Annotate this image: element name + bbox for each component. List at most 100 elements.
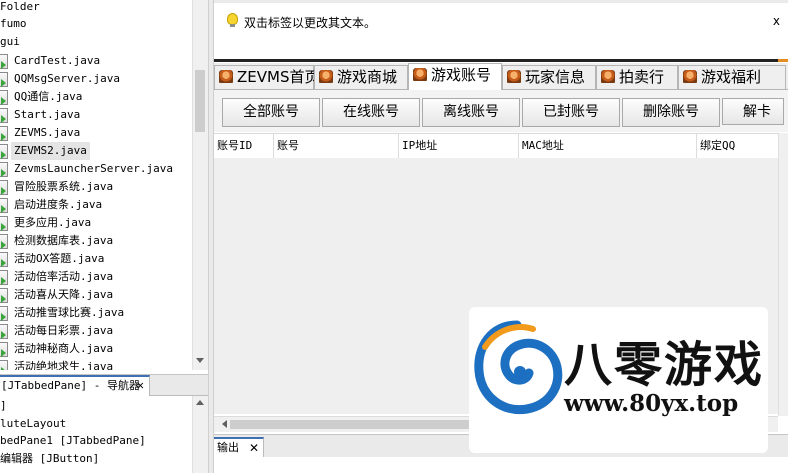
navigator-tab[interactable]: [JTabbedPane] - 导航器 ✕ (0, 375, 150, 396)
navigator-node[interactable]: 编辑器 [JButton] (0, 450, 99, 468)
java-file-icon (0, 324, 8, 339)
tree-label: Folder (0, 0, 40, 13)
accounts-table-header: 账号ID 账号 IP地址 MAC地址 绑定QQ (214, 133, 778, 159)
tab-game-benefits[interactable]: 游戏福利 (678, 65, 786, 89)
tab-auction-house[interactable]: 拍卖行 (596, 65, 678, 89)
tab-zevms-home[interactable]: ZEVMS首页 (214, 65, 319, 89)
swirl-logo-icon (474, 320, 563, 415)
tab-label: ZEVMS首页 (237, 68, 320, 86)
java-file-icon (0, 270, 8, 285)
navigator-node[interactable]: bedPane1 [JTabbedPane] (0, 432, 146, 450)
tree-label: 活动神秘商人.java (14, 342, 114, 355)
tree-label: 活动绝地求生.java (14, 360, 114, 370)
java-file-icon (0, 108, 8, 123)
all-accounts-button[interactable]: 全部账号 (222, 98, 320, 127)
tree-label: 活动倍率活动.java (14, 270, 114, 283)
navigator-node-label: 编辑器 [JButton] (0, 452, 100, 465)
tab-player-info[interactable]: 玩家信息 (502, 65, 596, 89)
tab-game-shop[interactable]: 游戏商城 (314, 65, 408, 89)
unlock-account-button[interactable]: 解卡账 (722, 98, 784, 125)
tab-icon (319, 70, 333, 83)
table-vertical-scrollbar[interactable] (778, 133, 788, 416)
navigator-node-label: luteLayout (0, 417, 67, 430)
tree-folder-item[interactable]: gui (0, 33, 20, 51)
java-file-icon (0, 126, 8, 141)
tree-label: 活动OX答题.java (14, 252, 105, 265)
java-file-icon (0, 288, 8, 303)
scroll-down-icon[interactable] (196, 358, 204, 363)
watermark-logo: 八零游戏 www.80yx.top (469, 307, 768, 453)
project-tree: Folder fumo gui CardTest.java QQMsgServer… (0, 0, 208, 370)
close-icon[interactable]: x (773, 14, 780, 28)
scroll-thumb[interactable] (195, 70, 205, 132)
tab-icon (683, 70, 697, 83)
hint-text: 双击标签以更改其文本。 (244, 16, 377, 30)
tab-label: 游戏商城 (337, 68, 398, 86)
tree-folder-item[interactable]: fumo (0, 15, 27, 33)
tab-icon (601, 70, 615, 83)
account-button-bar: 全部账号 在线账号 离线账号 已封账号 删除账号 解卡账 (214, 90, 788, 132)
scroll-left-icon[interactable] (218, 420, 227, 428)
tree-label: Start.java (14, 108, 81, 121)
tree-label: QQMsgServer.java (14, 72, 120, 85)
tab-icon (413, 68, 427, 81)
tree-label: 检测数据库表.java (14, 234, 114, 247)
offline-accounts-button[interactable]: 离线账号 (422, 98, 520, 127)
tree-label: gui (0, 35, 20, 48)
tree-label: CardTest.java (14, 54, 101, 67)
navigator-node-label: ] (0, 399, 7, 412)
java-file-icon (0, 306, 8, 321)
navigator-tab-bar: [JTabbedPane] - 导航器 ✕ (0, 374, 208, 396)
online-accounts-button[interactable]: 在线账号 (322, 98, 420, 127)
tab-icon (507, 70, 521, 83)
tab-label: 玩家信息 (525, 68, 586, 86)
java-file-icon (0, 360, 8, 370)
tree-vertical-scrollbar[interactable] (192, 0, 208, 370)
navigator-node-label: bedPane1 [JTabbedPane] (0, 434, 146, 447)
java-file-icon (0, 252, 8, 267)
tree-label: ZEVMS2.java (11, 142, 90, 160)
banned-accounts-button[interactable]: 已封账号 (522, 98, 620, 127)
tree-label: 冒险股票系统.java (14, 180, 114, 193)
tree-label: fumo (0, 17, 27, 30)
navigator-node[interactable]: ] (0, 397, 7, 415)
tree-label: ZevmsLauncherServer.java (14, 162, 173, 175)
tab-icon (219, 70, 233, 83)
tree-label: QQ通信.java (14, 90, 83, 103)
java-file-icon (0, 234, 8, 249)
tree-label: 活动每日彩票.java (14, 324, 114, 337)
tab-label: 拍卖行 (619, 68, 665, 86)
navigator-node[interactable]: luteLayout (0, 415, 66, 433)
tab-game-accounts[interactable]: 游戏账号 (408, 63, 502, 90)
navigator-vertical-scrollbar[interactable] (192, 396, 208, 473)
hint-bar: 双击标签以更改其文本。 x (214, 0, 788, 45)
delete-account-button[interactable]: 删除账号 (622, 98, 720, 127)
column-header[interactable]: 账号ID (214, 134, 274, 158)
java-file-icon (0, 216, 8, 231)
column-header[interactable]: IP地址 (399, 134, 519, 158)
column-header[interactable]: 绑定QQ (697, 134, 778, 158)
java-file-icon (0, 180, 8, 195)
java-file-icon (0, 198, 8, 213)
java-file-icon (0, 342, 8, 357)
java-file-icon (0, 72, 8, 87)
java-file-icon (0, 54, 8, 69)
tab-label: 游戏账号 (431, 66, 492, 84)
output-tab[interactable]: 输出 ✕ (214, 437, 264, 459)
tree-folder-item[interactable]: Folder (0, 0, 40, 16)
tree-label: 更多应用.java (14, 216, 92, 229)
tree-label: 活动推雪球比赛.java (14, 306, 125, 319)
navigator-tab-label: [JTabbedPane] - 导航器 (1, 379, 140, 392)
tree-label: 启动进度条.java (14, 198, 103, 211)
scroll-up-icon[interactable] (196, 400, 204, 405)
java-file-icon (0, 162, 8, 177)
scroll-thumb[interactable] (230, 420, 470, 429)
column-header[interactable]: MAC地址 (519, 134, 697, 158)
close-icon[interactable]: ✕ (249, 439, 259, 457)
column-header[interactable]: 账号 (274, 134, 399, 158)
tree-label: ZEVMS.java (14, 126, 81, 139)
close-icon[interactable]: ✕ (137, 377, 144, 394)
output-panel (214, 457, 788, 473)
tabbed-pane-tabs: ZEVMS首页 游戏商城 游戏账号 玩家信息 拍卖行 游戏福利 (214, 63, 788, 90)
tab-label: 游戏福利 (701, 68, 762, 86)
